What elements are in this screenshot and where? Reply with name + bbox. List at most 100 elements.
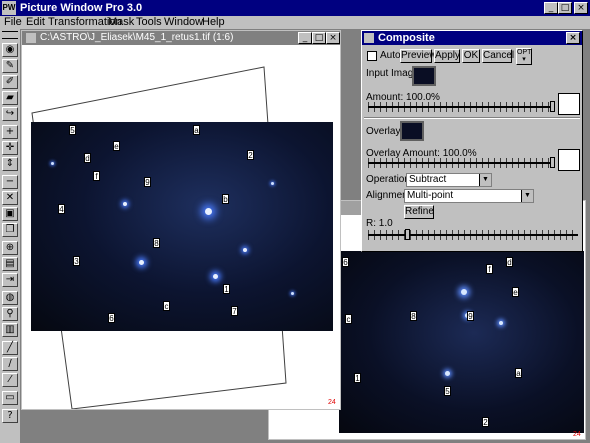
chevron-down-icon[interactable]: ▼ <box>479 174 491 186</box>
star-label: 6 <box>342 257 349 267</box>
preview-button[interactable]: Preview <box>400 49 437 63</box>
minimize-button[interactable]: _ <box>544 2 558 14</box>
star-label: e <box>113 141 120 151</box>
star-label: f <box>486 264 493 274</box>
amount-swatch[interactable] <box>558 93 580 115</box>
star-label: 4 <box>58 204 65 214</box>
line-icon[interactable]: / <box>2 357 18 371</box>
r-slider-thumb[interactable] <box>405 229 410 240</box>
image-maximize-button[interactable]: □ <box>312 32 326 44</box>
bright-star <box>205 208 212 215</box>
star-label: a <box>193 125 200 135</box>
brush-icon[interactable]: ✎ <box>2 59 18 73</box>
separator <box>364 117 580 119</box>
input-image-thumbnail[interactable] <box>412 66 436 86</box>
refine-button[interactable]: Refine <box>404 205 434 219</box>
eye-icon[interactable]: ◉ <box>2 43 18 57</box>
auto-checkbox[interactable] <box>367 51 377 61</box>
star-label: a <box>515 368 522 378</box>
cancel-button[interactable]: Cancel <box>482 49 514 63</box>
globe-icon[interactable]: ◍ <box>2 291 18 305</box>
main-image-window[interactable]: C:\ASTRO\J_Eliasek\M45_1_retus1.tif (1:6… <box>21 30 341 410</box>
image-window-title: C:\ASTRO\J_Eliasek\M45_1_retus1.tif (1:6… <box>40 32 234 43</box>
slider-track <box>368 106 555 108</box>
pen-icon[interactable]: ✐ <box>2 75 18 89</box>
overlay-amount-slider[interactable] <box>368 156 555 170</box>
box-icon[interactable]: ▭ <box>2 391 18 405</box>
menu-tools[interactable]: Tools <box>136 16 162 29</box>
app-titlebar: PW Picture Window Pro 3.0 _ □ × <box>0 0 590 16</box>
r-slider[interactable] <box>368 228 578 242</box>
star-label: c <box>345 314 352 324</box>
star-label: 8 <box>153 238 160 248</box>
bright-star <box>461 289 467 295</box>
bright-star <box>445 371 450 376</box>
star-label: f <box>93 171 100 181</box>
second-star-image <box>339 251 584 433</box>
menu-window[interactable]: Window <box>164 16 203 29</box>
star-label: b <box>222 194 229 204</box>
overlay-swatch[interactable] <box>558 149 580 171</box>
ok-button[interactable]: OK <box>462 49 480 63</box>
bright-star <box>139 260 144 265</box>
redo-icon[interactable]: ↪ <box>2 107 18 121</box>
image-minimize-button[interactable]: _ <box>298 32 312 44</box>
document-icon <box>26 33 36 43</box>
close-button[interactable]: × <box>574 2 588 14</box>
tool-palette: ◉ ✎ ✐ ▰ ↪ + ✛ ⇕ − ✕ ▣ ❐ ⊕ ▤ ⇥ ◍ ⚲ ▥ ╱ / … <box>0 29 21 443</box>
menu-bar: File Edit Transformation Mask Tools Wind… <box>0 16 590 29</box>
menu-edit[interactable]: Edit <box>26 16 45 29</box>
target-icon[interactable]: ✛ <box>2 141 18 155</box>
star-label: 1 <box>354 373 361 383</box>
add-icon[interactable]: + <box>2 125 18 139</box>
image-close-button[interactable]: × <box>326 32 340 44</box>
layers-icon[interactable]: ▣ <box>2 207 18 221</box>
star-label: d <box>506 257 513 267</box>
dialog-icon <box>364 33 374 43</box>
apply-button[interactable]: Apply <box>434 49 460 63</box>
operation-select[interactable]: Subtract ▼ <box>406 173 492 187</box>
second-page-number: 24 <box>573 431 581 438</box>
stack-icon[interactable]: ❐ <box>2 223 18 237</box>
options-button[interactable]: OPT ▾ <box>516 48 532 65</box>
star-label: 7 <box>231 306 238 316</box>
star-label: 9 <box>144 177 151 187</box>
star-label: 2 <box>247 150 254 160</box>
star <box>291 292 294 295</box>
close-icon[interactable]: ✕ <box>2 191 18 205</box>
bright-star <box>123 202 127 206</box>
minus-icon[interactable]: − <box>2 175 18 189</box>
app-title: Picture Window Pro 3.0 <box>20 2 143 14</box>
paint-icon[interactable]: ▰ <box>2 91 18 105</box>
ruler-icon[interactable]: ▥ <box>2 323 18 337</box>
pencil-icon[interactable]: ╱ <box>2 341 18 355</box>
maximize-button[interactable]: □ <box>558 2 572 14</box>
overlay-slider-thumb[interactable] <box>550 157 555 168</box>
arrows-icon[interactable]: ⇕ <box>2 157 18 171</box>
alignment-select[interactable]: Multi-point ▼ <box>404 189 534 203</box>
app-icon: PW <box>2 1 16 15</box>
zoom-icon[interactable]: ⊕ <box>2 241 18 255</box>
alignment-value: Multi-point <box>407 190 454 201</box>
star-label: 2 <box>482 417 489 427</box>
help-icon[interactable]: ? <box>2 409 18 423</box>
dialog-close-button[interactable]: × <box>566 32 580 44</box>
star-label: 8 <box>410 311 417 321</box>
search-icon[interactable]: ⚲ <box>2 307 18 321</box>
amount-slider[interactable] <box>368 100 555 114</box>
exit-icon[interactable]: ⇥ <box>2 273 18 287</box>
overlay-thumbnail[interactable] <box>400 121 424 141</box>
grip-icon[interactable] <box>2 31 18 39</box>
menu-help[interactable]: Help <box>202 16 225 29</box>
star-label: c <box>163 301 170 311</box>
menu-mask[interactable]: Mask <box>108 16 134 29</box>
chevron-down-icon[interactable]: ▼ <box>521 190 533 202</box>
amount-slider-thumb[interactable] <box>550 101 555 112</box>
paste-icon[interactable]: ▤ <box>2 257 18 271</box>
brush2-icon[interactable]: ⁄ <box>2 373 18 387</box>
auto-label: Auto <box>380 50 401 61</box>
menu-file[interactable]: File <box>4 16 22 29</box>
star-image <box>31 122 333 331</box>
composite-dialog: Composite × Auto Preview Apply OK Cancel… <box>361 30 583 252</box>
bright-star <box>243 248 247 252</box>
